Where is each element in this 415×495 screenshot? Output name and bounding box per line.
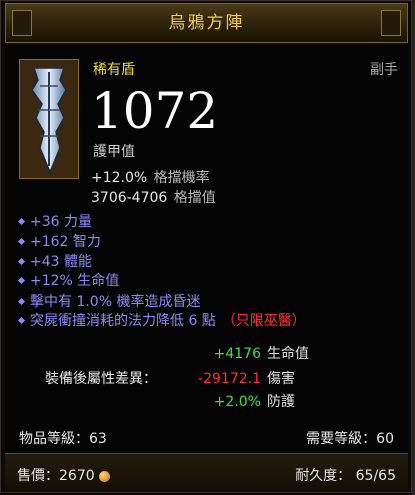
- affix-bullet-icon: [17, 257, 26, 265]
- durability-value: 65/65: [355, 468, 396, 484]
- affix-line: 突屍衝撞消耗的法力降低 6 點 （只限巫醫）: [17, 310, 306, 330]
- armor-label: 護甲值: [93, 144, 135, 160]
- item-name: 烏鴉方陣: [168, 13, 245, 33]
- comparison-stat: 傷害: [267, 371, 295, 387]
- block-chance-value: +12.0%: [91, 170, 148, 186]
- header-ornament-right: [381, 10, 401, 36]
- comparison-row: +4176 生命值: [173, 343, 309, 363]
- comparison-row: +2.0% 防護: [173, 391, 295, 411]
- item-tooltip: 烏鴉方陣 稀有盾 副手 1072 護甲值 +12.0% 格擋機率 3706-47…: [0, 0, 412, 493]
- comparison-stat: 生命值: [267, 346, 309, 362]
- affix-bullet-icon: [17, 276, 26, 284]
- affix-text: +162 智力: [30, 234, 101, 250]
- header-ornament-left: [12, 10, 32, 36]
- required-level: 需要等級：60: [306, 431, 394, 447]
- class-restriction: （只限巫醫）: [221, 313, 306, 329]
- affix-text: 突屍衝撞消耗的法力降低 6 點: [30, 313, 216, 329]
- affix-text: 擊中有 1.0% 機率造成昏迷: [30, 294, 201, 310]
- affix-line: +36 力量: [17, 211, 92, 231]
- affix-line: +43 體能: [17, 251, 92, 271]
- comparison-stat: 防護: [267, 394, 295, 410]
- armor-value: 1072: [91, 82, 219, 140]
- block-amount-value: 3706-4706: [91, 190, 168, 206]
- affix-bullet-icon: [17, 297, 26, 305]
- item-type: 稀有盾: [93, 62, 135, 78]
- affix-bullet-icon: [17, 217, 26, 225]
- affix-bullet-icon: [17, 316, 26, 324]
- block-chance-line: +12.0% 格擋機率: [91, 167, 210, 187]
- comparison-value: -29172.1: [198, 371, 261, 387]
- price-label: 售價：: [17, 468, 59, 484]
- item-level: 物品等級：63: [19, 431, 107, 447]
- tooltip-footer: 售價：2670 耐久度： 65/65: [5, 453, 408, 492]
- affix-text: +36 力量: [30, 214, 92, 230]
- affix-text: +43 體能: [30, 254, 92, 270]
- tooltip-body: 稀有盾 副手 1072 護甲值 +12.0% 格擋機率 3706-4706 格擋…: [5, 45, 408, 453]
- affix-text: +12% 生命值: [30, 273, 120, 289]
- comparison-value: +4176: [213, 346, 261, 362]
- affix-line: 擊中有 1.0% 機率造成昏迷: [17, 291, 201, 311]
- block-amount-line: 3706-4706 格擋值: [91, 187, 216, 207]
- price-value: 2670: [59, 468, 95, 484]
- durability-label: 耐久度：: [295, 468, 352, 484]
- gold-coin-icon: [98, 470, 110, 482]
- item-slot: 副手: [370, 62, 398, 78]
- sell-price: 售價：2670: [17, 465, 110, 485]
- comparison-row: -29172.1 傷害: [173, 368, 295, 388]
- comparison-value: +2.0%: [213, 394, 261, 410]
- comparison-label: 裝備後屬性差異：: [45, 371, 157, 387]
- block-amount-label: 格擋值: [173, 190, 216, 206]
- tooltip-header: 烏鴉方陣: [5, 3, 408, 43]
- affix-bullet-icon: [17, 237, 26, 245]
- block-chance-label: 格擋機率: [153, 170, 210, 186]
- affix-line: +162 智力: [17, 231, 101, 251]
- shield-icon: [20, 60, 78, 178]
- durability: 耐久度： 65/65: [295, 465, 396, 485]
- affix-line: +12% 生命值: [17, 270, 120, 290]
- item-icon-frame: [19, 59, 79, 179]
